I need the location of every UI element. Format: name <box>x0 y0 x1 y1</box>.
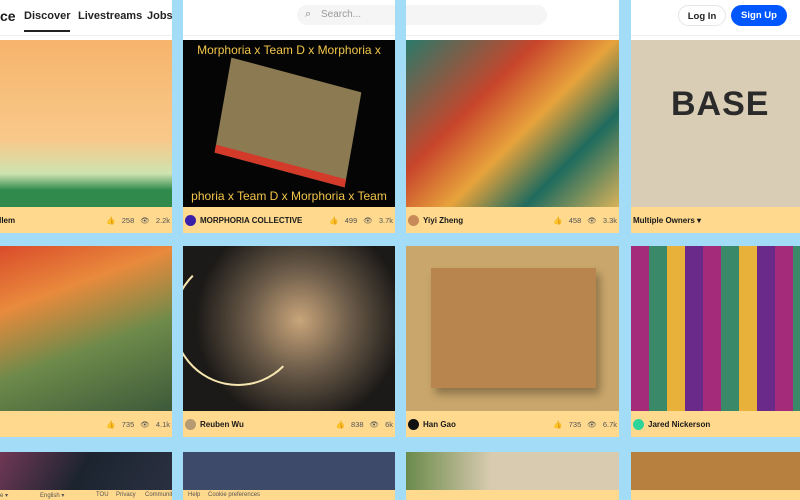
eye-icon: 👁 <box>587 419 597 429</box>
project-thumbnail[interactable] <box>406 246 619 411</box>
eye-icon: 👁 <box>140 215 150 225</box>
card-meta: r.👍735👁4.1k <box>0 411 172 437</box>
logo[interactable]: ce <box>0 8 16 24</box>
like-icon: 👍 <box>553 419 563 429</box>
footer-region[interactable]: e ▾ <box>0 492 8 499</box>
nav-jobs[interactable]: Jobs <box>147 10 173 22</box>
project-thumbnail[interactable]: Morphoria x Team D x Morphoria x phoria … <box>183 40 395 207</box>
grid-overlay-row <box>0 437 800 452</box>
view-count: 3.7k <box>378 215 393 225</box>
view-count: 6k <box>385 419 393 429</box>
project-thumbnail[interactable] <box>631 246 800 411</box>
project-thumbnail[interactable] <box>406 452 619 492</box>
login-button[interactable]: Log In <box>678 5 726 26</box>
project-card[interactable]: Jared Nickerson <box>631 246 800 437</box>
like-count: 499 <box>344 215 358 225</box>
image-text: Morphoria x Team D x Morphoria x <box>197 43 381 57</box>
eye-icon: 👁 <box>369 419 380 429</box>
image-text: BASE <box>671 85 770 123</box>
eye-icon: 👁 <box>140 419 150 429</box>
owner-name[interactable]: Multiple Owners ▾ <box>633 216 701 225</box>
grid-overlay-column <box>395 0 406 500</box>
like-icon: 👍 <box>553 215 563 225</box>
view-count: 4.1k <box>155 419 170 429</box>
like-count: 258 <box>121 215 135 225</box>
nav-discover[interactable]: Discover <box>24 10 71 32</box>
project-card[interactable]: Reuben Wu 👍 838 👁 6k <box>183 246 395 437</box>
like-icon: 👍 <box>106 419 116 429</box>
search-icon: ⌕ <box>305 8 312 20</box>
light-ring <box>183 256 303 386</box>
like-count: 735 <box>568 419 582 429</box>
search-placeholder: Search... <box>321 9 362 20</box>
avatar[interactable] <box>408 418 419 430</box>
like-icon: 👍 <box>106 215 116 225</box>
nav-livestreams[interactable]: Livestreams <box>78 10 142 22</box>
project-thumbnail[interactable] <box>0 246 172 411</box>
project-thumbnail[interactable] <box>183 452 395 492</box>
eye-icon: 👁 <box>587 215 597 225</box>
card-meta: Yiyi Zheng 👍 458 👁 3.3k <box>406 207 619 233</box>
owner-name[interactable]: Yiyi Zheng <box>423 216 463 225</box>
card-meta: MORPHORIA COLLECTIVE 👍 499 👁 3.7k <box>183 207 395 233</box>
owner-name[interactable]: uillem <box>0 216 15 225</box>
project-card[interactable]: BASE Multiple Owners ▾ <box>631 40 800 233</box>
like-icon: 👍 <box>335 419 346 429</box>
eye-icon: 👁 <box>363 215 373 225</box>
avatar[interactable] <box>633 418 644 430</box>
footer-community[interactable]: Community <box>145 492 175 498</box>
project-card[interactable]: Yiyi Zheng 👍 458 👁 3.3k <box>406 40 619 233</box>
project-thumbnail[interactable] <box>631 452 800 492</box>
card-meta: uillem 👍 258 👁 2.2k <box>0 207 172 233</box>
signup-button[interactable]: Sign Up <box>731 5 787 26</box>
footer-help[interactable]: Help <box>188 492 200 498</box>
project-card[interactable]: Han Gao 👍 735 👁 6.7k <box>406 246 619 437</box>
like-count: 838 <box>351 419 364 429</box>
project-card[interactable]: Morphoria x Team D x Morphoria x phoria … <box>183 40 395 233</box>
grid-overlay-column <box>172 0 183 500</box>
avatar[interactable] <box>408 214 419 226</box>
card-meta: Jared Nickerson <box>631 411 800 437</box>
owner-name[interactable]: MORPHORIA COLLECTIVE <box>200 216 302 225</box>
card-meta: Reuben Wu 👍 838 👁 6k <box>183 411 395 437</box>
like-count: 458 <box>568 215 582 225</box>
card-meta: Han Gao 👍 735 👁 6.7k <box>406 411 619 437</box>
project-thumbnail[interactable] <box>183 246 395 411</box>
project-thumbnail[interactable] <box>0 40 172 207</box>
project-card[interactable]: r.👍735👁4.1k <box>0 246 172 437</box>
project-card[interactable]: uillem 👍 258 👁 2.2k <box>0 40 172 233</box>
view-count: 3.3k <box>602 215 617 225</box>
book-shape <box>214 57 362 188</box>
grid-overlay-row <box>0 233 800 246</box>
footer-tou[interactable]: TOU <box>96 492 109 498</box>
like-icon: 👍 <box>329 215 339 225</box>
search-input[interactable]: ⌕ Search... <box>297 5 547 25</box>
avatar[interactable] <box>185 418 196 430</box>
avatar[interactable] <box>185 214 196 226</box>
image-text: phoria x Team D x Morphoria x Team <box>191 189 387 203</box>
footer-privacy[interactable]: Privacy <box>116 492 136 498</box>
grid-overlay-column <box>619 0 631 500</box>
like-count: 735 <box>121 419 135 429</box>
owner-name[interactable]: Han Gao <box>423 420 456 429</box>
view-count: 2.2k <box>155 215 170 225</box>
cardboard-box <box>431 268 596 388</box>
project-thumbnail[interactable]: BASE <box>631 40 800 207</box>
owner-name[interactable]: Reuben Wu <box>200 420 244 429</box>
card-meta: Multiple Owners ▾ <box>631 207 800 233</box>
owner-name[interactable]: Jared Nickerson <box>648 420 710 429</box>
footer-language[interactable]: English ▾ <box>40 492 64 499</box>
project-thumbnail[interactable] <box>0 452 172 492</box>
view-count: 6.7k <box>602 419 617 429</box>
footer-cookie-preferences[interactable]: Cookie preferences <box>208 492 260 498</box>
project-thumbnail[interactable] <box>406 40 619 207</box>
